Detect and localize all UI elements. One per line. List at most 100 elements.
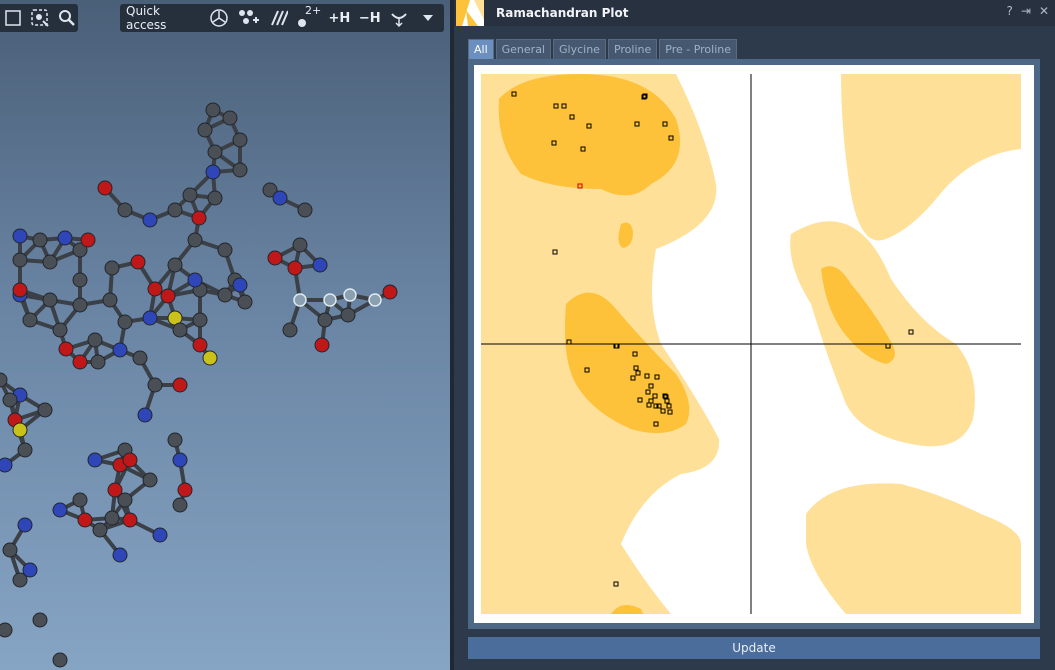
atom[interactable] xyxy=(217,287,233,303)
atom[interactable] xyxy=(222,110,238,126)
atom[interactable] xyxy=(312,257,328,273)
atom[interactable] xyxy=(32,612,48,628)
atom[interactable] xyxy=(205,102,221,118)
atom[interactable] xyxy=(12,228,28,244)
atom[interactable] xyxy=(58,341,74,357)
atom[interactable] xyxy=(287,260,303,276)
molecule-viewport[interactable]: Quick access 2+ +H −H xyxy=(0,0,450,670)
tab-general[interactable]: General xyxy=(495,39,551,60)
atom[interactable] xyxy=(152,527,168,543)
atom[interactable] xyxy=(340,307,356,323)
atom[interactable] xyxy=(142,310,158,326)
atom[interactable] xyxy=(137,407,153,423)
atom[interactable] xyxy=(112,342,128,358)
atom[interactable] xyxy=(122,512,138,528)
atom[interactable] xyxy=(87,452,103,468)
atom[interactable] xyxy=(207,144,223,160)
atom[interactable] xyxy=(191,210,207,226)
atom[interactable] xyxy=(12,282,28,298)
atom[interactable] xyxy=(172,497,188,513)
atom[interactable] xyxy=(72,354,88,370)
atom[interactable] xyxy=(368,293,382,307)
molecule-model[interactable] xyxy=(0,0,450,670)
atom[interactable] xyxy=(297,202,313,218)
atom[interactable] xyxy=(90,354,106,370)
atom[interactable] xyxy=(192,312,208,328)
atom[interactable] xyxy=(172,377,188,393)
atom[interactable] xyxy=(130,254,146,270)
atom[interactable] xyxy=(167,202,183,218)
atom[interactable] xyxy=(72,297,88,313)
atom[interactable] xyxy=(52,652,68,668)
atom[interactable] xyxy=(167,257,183,273)
atom[interactable] xyxy=(0,622,13,638)
atom[interactable] xyxy=(77,512,93,528)
atom[interactable] xyxy=(160,288,176,304)
atom[interactable] xyxy=(132,350,148,366)
help-button[interactable]: ? xyxy=(1007,4,1013,18)
atom[interactable] xyxy=(192,337,208,353)
atom[interactable] xyxy=(202,350,218,366)
atom[interactable] xyxy=(142,472,158,488)
tab-proline[interactable]: Proline xyxy=(607,39,658,60)
ramachandran-plot[interactable] xyxy=(481,74,1021,614)
atom[interactable] xyxy=(102,292,118,308)
atom[interactable] xyxy=(267,250,283,266)
atom[interactable] xyxy=(117,202,133,218)
tab-all[interactable]: All xyxy=(468,39,494,60)
atom[interactable] xyxy=(237,294,253,310)
atom[interactable] xyxy=(72,492,88,508)
atom[interactable] xyxy=(317,312,333,328)
atom[interactable] xyxy=(197,122,213,138)
atom[interactable] xyxy=(117,314,133,330)
flip-icon[interactable] xyxy=(389,7,410,29)
atom[interactable] xyxy=(12,252,28,268)
atom[interactable] xyxy=(2,542,18,558)
atom[interactable] xyxy=(37,402,53,418)
atom[interactable] xyxy=(112,547,128,563)
atom[interactable] xyxy=(323,293,337,307)
atom[interactable] xyxy=(32,232,48,248)
atoms-add-icon[interactable] xyxy=(237,7,260,29)
atom[interactable] xyxy=(52,322,68,338)
atom[interactable] xyxy=(57,230,73,246)
atom[interactable] xyxy=(232,162,248,178)
tab-pre-proline[interactable]: Pre - Proline xyxy=(659,39,738,60)
atom[interactable] xyxy=(17,517,33,533)
atom[interactable] xyxy=(207,190,223,206)
atom[interactable] xyxy=(42,292,58,308)
ring-icon[interactable] xyxy=(209,7,230,29)
atom[interactable] xyxy=(22,562,38,578)
atom[interactable] xyxy=(17,442,33,458)
atom[interactable] xyxy=(142,212,158,228)
atom[interactable] xyxy=(314,337,330,353)
atom[interactable] xyxy=(104,510,120,526)
atom[interactable] xyxy=(92,522,108,538)
atom[interactable] xyxy=(147,377,163,393)
update-button[interactable]: Update xyxy=(468,637,1040,659)
atom[interactable] xyxy=(232,132,248,148)
atom[interactable] xyxy=(217,242,233,258)
atom[interactable] xyxy=(104,260,120,276)
atom[interactable] xyxy=(293,293,307,307)
atom[interactable] xyxy=(2,392,18,408)
charge-icon[interactable]: 2+ xyxy=(296,4,321,29)
atom[interactable] xyxy=(72,272,88,288)
atom[interactable] xyxy=(187,272,203,288)
atom[interactable] xyxy=(12,422,28,438)
atom[interactable] xyxy=(282,322,298,338)
select-icon[interactable] xyxy=(4,7,22,29)
atom[interactable] xyxy=(80,232,96,248)
atom[interactable] xyxy=(292,237,308,253)
atom[interactable] xyxy=(147,281,163,297)
atom[interactable] xyxy=(272,190,288,206)
atom[interactable] xyxy=(343,288,357,302)
zoom-icon[interactable] xyxy=(58,7,76,29)
atom[interactable] xyxy=(87,332,103,348)
atom[interactable] xyxy=(177,482,193,498)
close-button[interactable]: ✕ xyxy=(1039,4,1049,18)
add-hydrogen-button[interactable]: +H xyxy=(328,7,351,29)
atom[interactable] xyxy=(0,457,13,473)
add-fragment-icon[interactable] xyxy=(30,7,50,29)
atom[interactable] xyxy=(172,322,188,338)
